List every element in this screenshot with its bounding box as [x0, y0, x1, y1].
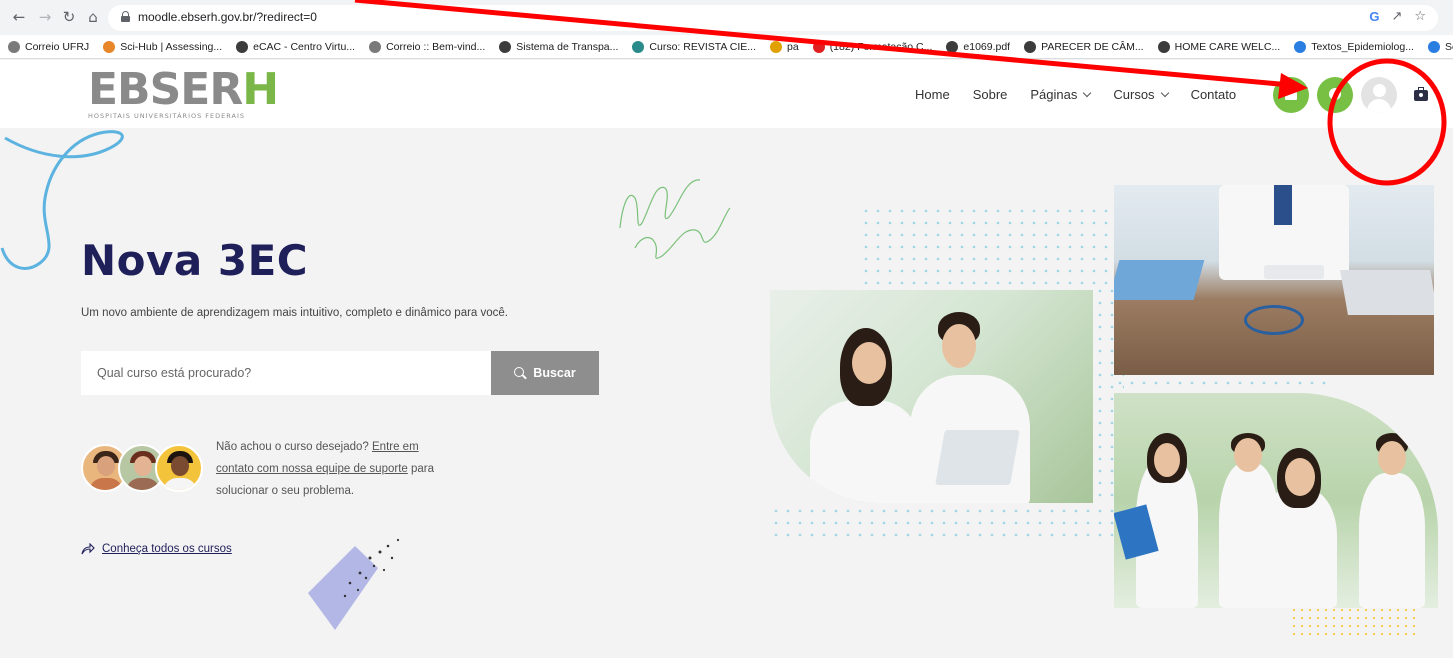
reload-icon[interactable]: ↻ [60, 8, 78, 26]
bookmark-favicon-icon [8, 40, 20, 53]
notifications-button[interactable] [1273, 77, 1309, 113]
search-button-label: Buscar [533, 366, 576, 380]
forward-arrow-icon[interactable]: → [36, 8, 54, 26]
bookmark-item[interactable]: Textos_Epidemiolog... [1294, 40, 1414, 53]
bookmark-favicon-icon [236, 40, 249, 53]
bookmark-favicon-icon [499, 40, 512, 53]
bookmark-favicon-icon [1294, 40, 1307, 53]
bookmark-favicon-icon [946, 40, 959, 53]
bookmark-label: (182) Formatação C... [829, 40, 933, 53]
nav-item-home[interactable]: Home [915, 87, 950, 102]
support-help-text: Não achou o curso desejado? Entre em con… [216, 436, 456, 502]
bookmark-star-icon[interactable]: ☆ [1414, 9, 1426, 24]
hero-subtitle: Um novo ambiente de aprendizagem mais in… [81, 307, 508, 319]
bookmark-label: Correio :: Bem-vind... [386, 40, 486, 53]
messages-button[interactable] [1317, 77, 1353, 113]
bookmark-favicon-icon [1157, 40, 1170, 53]
url-text[interactable]: moodle.ebserh.gov.br/?redirect=0 [138, 10, 317, 24]
hero-title: Nova 3EC [81, 236, 309, 285]
share-icon[interactable]: ↗ [1391, 9, 1402, 24]
medical-team-photo [1114, 393, 1438, 608]
ebserh-logo[interactable]: EBSERH HOSPITAIS UNIVERSITÁRIOS FEDERAIS [88, 68, 279, 121]
nav-item-sobre[interactable]: Sobre [973, 87, 1008, 102]
all-courses-label: Conheça todos os cursos [102, 543, 232, 555]
bookmark-item[interactable]: Sci-Hub | Assessing... [103, 40, 223, 53]
bookmark-label: Sistema de Transpa... [516, 40, 619, 53]
purple-brush-decoration [308, 538, 400, 630]
nav-item-label: Contato [1190, 87, 1237, 102]
lock-icon [121, 11, 130, 22]
doctor-desk-photo [1114, 185, 1434, 375]
bookmark-label: PARECER DE CÂM... [1041, 40, 1144, 53]
logo-accent: H [242, 64, 279, 115]
green-scribble-decoration [619, 179, 731, 259]
bookmark-item[interactable]: Correio UFRJ [8, 40, 90, 53]
bookmark-item[interactable]: pa [770, 40, 799, 53]
search-icon [514, 367, 528, 380]
nav-item-label: Páginas [1030, 87, 1078, 102]
bookmark-item[interactable]: Segurança [1427, 40, 1453, 53]
bookmarks-bar: Correio UFRJ Sci-Hub | Assessing... eCAC -… [0, 35, 1453, 59]
nav-item-label: Home [915, 87, 950, 102]
share-arrow-icon [81, 543, 95, 555]
chevron-down-icon [1083, 88, 1092, 97]
course-search-input[interactable] [81, 351, 491, 395]
briefcase-icon[interactable] [1414, 87, 1428, 101]
all-courses-link[interactable]: Conheça todos os cursos [81, 543, 232, 555]
bookmark-favicon-icon [369, 40, 382, 53]
browser-toolbar: ← → ↻ ⌂ moodle.ebserh.gov.br/?redirect=0… [0, 0, 1453, 35]
nav-item-cursos[interactable]: Cursos [1113, 87, 1169, 102]
nav-item-contato[interactable]: Contato [1191, 87, 1237, 102]
bookmark-item[interactable]: e1069.pdf [946, 40, 1011, 53]
bookmark-favicon-icon [812, 40, 825, 53]
chevron-down-icon [1160, 88, 1169, 97]
user-avatar[interactable] [1361, 77, 1397, 113]
bookmark-item[interactable]: (182) Formatação C... [812, 40, 933, 53]
nav-item-label: Sobre [972, 87, 1008, 102]
help-text-prefix: Não achou o curso desejado? [216, 441, 372, 453]
search-button[interactable]: Buscar [491, 351, 599, 395]
bookmark-favicon-icon [1024, 40, 1037, 53]
bookmark-item[interactable]: Sistema de Transpa... [499, 40, 619, 53]
bookmark-label: Sci-Hub | Assessing... [120, 40, 223, 53]
bookmark-favicon-icon [770, 40, 782, 53]
back-arrow-icon[interactable]: ← [10, 8, 28, 26]
bookmark-label: e1069.pdf [963, 40, 1011, 53]
home-icon[interactable]: ⌂ [84, 8, 102, 26]
bookmark-label: pa [787, 40, 799, 53]
nav-item-páginas[interactable]: Páginas [1030, 87, 1092, 102]
logo-text: EBSER [88, 64, 243, 115]
main-navigation: Home Sobre Páginas Cursos Contato [915, 87, 1236, 102]
bookmark-label: HOME CARE WELC... [1174, 40, 1281, 53]
bookmark-label: Textos_Epidemiolog... [1311, 40, 1414, 53]
bookmark-favicon-icon [632, 40, 645, 53]
bookmark-label: Curso: REVISTA CIE... [649, 40, 756, 53]
course-search-box [81, 351, 491, 395]
bookmark-label: Correio UFRJ [25, 40, 90, 53]
bookmark-item[interactable]: HOME CARE WELC... [1157, 40, 1281, 53]
bookmark-item[interactable]: Curso: REVISTA CIE... [632, 40, 756, 53]
bookmark-favicon-icon [1427, 40, 1440, 53]
bookmark-item[interactable]: Correio :: Bem-vind... [369, 40, 486, 53]
dot-pattern-decoration [1114, 377, 1329, 391]
address-bar[interactable]: moodle.ebserh.gov.br/?redirect=0 G ↗ ☆ [108, 5, 1438, 31]
bookmark-label: eCAC - Centro Virtu... [253, 40, 356, 53]
site-header: EBSERH HOSPITAIS UNIVERSITÁRIOS FEDERAIS… [0, 60, 1453, 128]
dot-pattern-decoration [770, 505, 1115, 545]
bookmark-favicon-icon [103, 40, 116, 53]
doctors-laptop-photo [770, 290, 1093, 503]
google-translate-icon[interactable]: G [1369, 9, 1379, 24]
bell-icon [1285, 88, 1297, 100]
support-avatar-3 [155, 444, 203, 492]
message-icon [1329, 88, 1341, 100]
bookmark-item[interactable]: PARECER DE CÂM... [1024, 40, 1144, 53]
bookmark-item[interactable]: eCAC - Centro Virtu... [236, 40, 356, 53]
bookmark-label: Segurança [1444, 40, 1453, 53]
dot-pattern-decoration [860, 205, 1115, 290]
support-avatars [81, 444, 205, 494]
nav-item-label: Cursos [1113, 87, 1155, 102]
